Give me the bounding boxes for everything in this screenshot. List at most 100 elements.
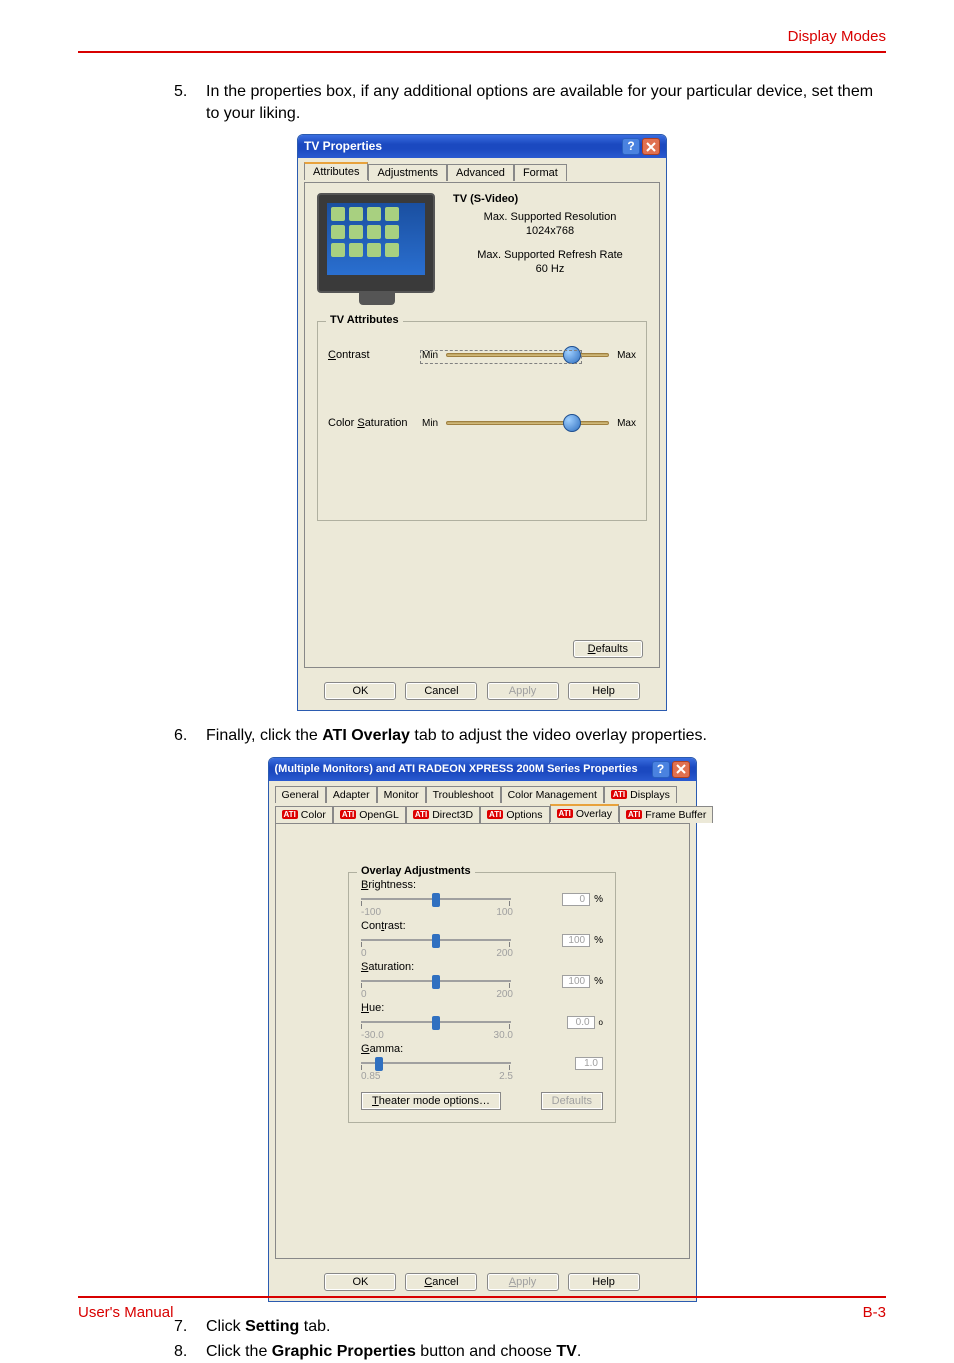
max-refresh-label: Max. Supported Refresh Rate [453,249,647,261]
brightness-unit: % [594,894,603,905]
apply-button-2[interactable]: Apply [487,1273,559,1291]
tab-color[interactable]: ATIColor [275,806,333,823]
close-icon [676,764,686,774]
overlay-adjustments-title: Overlay Adjustments [357,865,475,877]
tab-troubleshoot[interactable]: Troubleshoot [426,786,501,803]
hue-label: Hue: [361,1002,603,1014]
contrast-max: Max [617,350,636,361]
tab-color-management[interactable]: Color Management [501,786,604,803]
help-button[interactable]: Help [568,682,640,700]
saturation-min: Min [422,418,438,429]
defaults-button-2[interactable]: Defaults [541,1092,603,1110]
page-header: Display Modes [78,28,886,51]
apply-button[interactable]: Apply [487,682,559,700]
contrast-scale-max: 200 [496,948,513,959]
brightness-slider[interactable]: 0% [361,891,603,907]
gamma-scale-max: 2.5 [499,1071,513,1082]
step-6: 6. Finally, click the ATI Overlay tab to… [206,725,886,747]
max-resolution-value: 1024x768 [453,225,647,237]
hue-value: 0.0 [567,1016,595,1029]
titlebar-2: (Multiple Monitors) and ATI RADEON XPRES… [269,758,696,781]
device-name: TV (S-Video) [453,193,647,205]
tv-preview-image [317,193,435,293]
saturation-scale-max: 200 [496,989,513,1000]
step-8-bold-2: TV [556,1343,576,1360]
gamma-slider[interactable]: 1.0 [361,1055,603,1071]
gamma-value: 1.0 [575,1057,603,1070]
footer-right: B-3 [863,1304,886,1321]
tab-attributes[interactable]: Attributes [304,162,368,180]
step-6-text-b: tab to adjust the video overlay properti… [410,727,707,744]
step-5: 5. In the properties box, if any additio… [206,81,886,124]
tab-overlay[interactable]: ATIOverlay [550,804,619,822]
tv-attributes-title: TV Attributes [326,314,403,326]
tab-advanced[interactable]: Advanced [447,164,514,181]
titlebar-close-button[interactable] [642,138,660,155]
titlebar-help-button[interactable]: ? [622,138,640,155]
saturation-label: Color Saturation [328,417,414,429]
tv-attributes-group: TV Attributes Contrast Min Max Color Sat… [317,321,647,521]
footer-left: User's Manual [78,1304,173,1321]
contrast-slider-2[interactable]: 100% [361,932,603,948]
brightness-scale-max: 100 [496,907,513,918]
titlebar-help-button-2[interactable]: ? [652,761,670,778]
hue-scale-min: -30.0 [361,1030,384,1041]
tab-general[interactable]: General [275,786,326,803]
saturation-slider[interactable] [446,416,609,430]
tab-opengl[interactable]: ATIOpenGL [333,806,406,823]
tab-adjustments[interactable]: Adjustments [368,164,447,181]
ok-button-2[interactable]: OK [324,1273,396,1291]
max-resolution-label: Max. Supported Resolution [453,211,647,223]
step-8-text-c: . [577,1343,581,1360]
max-refresh-value: 60 Hz [453,263,647,275]
tab-format[interactable]: Format [514,164,567,181]
gamma-scale-min: 0.85 [361,1071,380,1082]
tab-frame-buffer[interactable]: ATIFrame Buffer [619,806,713,823]
contrast-label: Contrast [328,349,414,361]
step-8: 8. Click the Graphic Properties button a… [206,1341,886,1363]
tabs-row-2: ATIColorATIOpenGLATIDirect3DATIOptionsAT… [275,804,690,823]
tab-direct3d[interactable]: ATIDirect3D [406,806,480,823]
tab-displays[interactable]: ATIDisplays [604,786,677,803]
titlebar-close-button-2[interactable] [672,761,690,778]
brightness-scale-min: -100 [361,907,381,918]
contrast-slider[interactable] [446,348,609,362]
saturation-label-2: Saturation: [361,961,603,973]
tabs: AttributesAdjustmentsAdvancedFormat [304,162,660,182]
ati-properties-dialog: (Multiple Monitors) and ATI RADEON XPRES… [268,757,697,1302]
hue-scale-max: 30.0 [494,1030,513,1041]
contrast-unit: % [594,935,603,946]
cancel-button[interactable]: Cancel [405,682,477,700]
step-5-num: 5. [174,81,187,103]
cancel-button-2[interactable]: Cancel [405,1273,477,1291]
step-5-text: In the properties box, if any additional… [206,83,873,122]
tab-options[interactable]: ATIOptions [480,806,549,823]
saturation-max: Max [617,418,636,429]
ok-button[interactable]: OK [324,682,396,700]
overlay-adjustments-group: Overlay Adjustments Brightness: 0% -1001… [348,872,616,1123]
saturation-slider-2[interactable]: 100% [361,973,603,989]
help-button-2[interactable]: Help [568,1273,640,1291]
theater-mode-button[interactable]: Theater mode options… [361,1092,501,1110]
tab-monitor[interactable]: Monitor [377,786,426,803]
tabs-row-1: GeneralAdapterMonitorTroubleshootColor M… [275,785,690,804]
step-6-bold: ATI Overlay [322,727,410,744]
header-rule [78,51,886,53]
gamma-label: Gamma: [361,1043,603,1055]
step-8-num: 8. [174,1341,187,1363]
close-icon [646,142,656,152]
defaults-button[interactable]: Defaults [573,640,643,658]
tv-properties-dialog: TV Properties ? AttributesAdjustmentsAdv… [297,134,667,711]
saturation-scale-min: 0 [361,989,367,1000]
page-footer: User's Manual B-3 [78,1296,886,1321]
step-8-text-b: button and choose [416,1343,557,1360]
hue-slider[interactable]: 0.0 o [361,1014,603,1030]
step-8-bold-1: Graphic Properties [272,1343,416,1360]
dialog-title: TV Properties [304,135,620,158]
hue-unit: o [599,1018,603,1027]
step-6-text-a: Finally, click the [206,727,322,744]
brightness-value: 0 [562,893,590,906]
tab-adapter[interactable]: Adapter [326,786,377,803]
saturation-value-2: 100 [562,975,590,988]
contrast-label-2: Contrast: [361,920,603,932]
